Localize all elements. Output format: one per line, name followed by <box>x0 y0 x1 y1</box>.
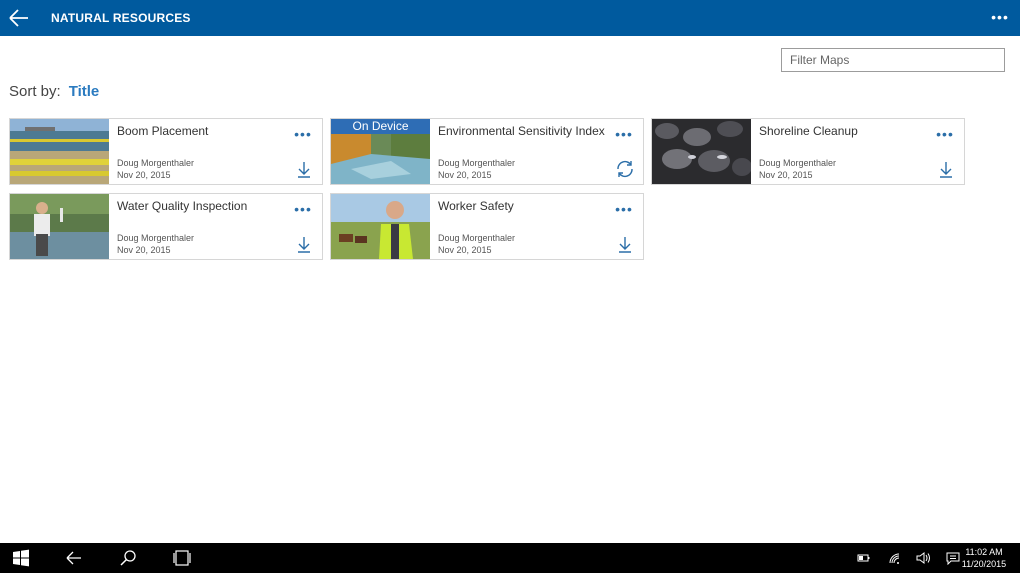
map-card[interactable]: Worker Safety Doug Morgenthaler Nov 20, … <box>330 193 644 260</box>
taskbar-back-button[interactable] <box>64 548 84 568</box>
map-thumbnail <box>10 119 109 184</box>
download-button[interactable] <box>294 159 314 179</box>
download-button[interactable] <box>294 234 314 254</box>
download-icon <box>298 237 310 253</box>
map-owner: Doug Morgenthaler <box>117 233 195 243</box>
map-date: Nov 20, 2015 <box>759 170 813 180</box>
start-button[interactable] <box>11 548 31 568</box>
clock-time: 11:02 AM <box>965 547 1003 557</box>
map-more-button[interactable]: ••• <box>934 125 956 143</box>
map-title: Environmental Sensitivity Index <box>438 124 605 138</box>
ellipsis-icon: ••• <box>991 9 1009 25</box>
map-more-button[interactable]: ••• <box>292 200 314 218</box>
map-card[interactable]: Boom Placement Doug Morgenthaler Nov 20,… <box>9 118 323 185</box>
map-more-button[interactable]: ••• <box>292 125 314 143</box>
clock-date: 11/20/2015 <box>961 559 1007 569</box>
map-card[interactable]: Water Quality Inspection Doug Morgenthal… <box>9 193 323 260</box>
download-button[interactable] <box>615 234 635 254</box>
map-thumbnail: On Device <box>331 119 430 184</box>
map-date: Nov 20, 2015 <box>438 245 492 255</box>
map-date: Nov 20, 2015 <box>117 245 171 255</box>
map-date: Nov 20, 2015 <box>438 170 492 180</box>
map-title: Water Quality Inspection <box>117 199 248 213</box>
volume-icon[interactable] <box>915 551 931 565</box>
sync-icon <box>617 160 633 178</box>
map-title: Worker Safety <box>438 199 514 213</box>
download-icon <box>619 237 631 253</box>
more-options-button[interactable]: ••• <box>988 8 1012 26</box>
task-view-button[interactable] <box>172 548 192 568</box>
app-header: NATURAL RESOURCES ••• <box>0 0 1020 36</box>
map-date: Nov 20, 2015 <box>117 170 171 180</box>
map-thumbnail <box>331 194 430 259</box>
filter-maps-input[interactable] <box>781 48 1005 72</box>
map-owner: Doug Morgenthaler <box>438 158 516 168</box>
download-button[interactable] <box>936 159 956 179</box>
task-view-icon <box>173 550 191 566</box>
map-more-button[interactable]: ••• <box>613 125 635 143</box>
download-icon <box>940 162 952 178</box>
wifi-icon[interactable] <box>887 551 903 565</box>
map-card[interactable]: On Device Environmental Sensitivity Inde… <box>330 118 644 185</box>
map-title: Shoreline Cleanup <box>759 124 858 138</box>
windows-start-icon <box>13 549 29 567</box>
on-device-badge: On Device <box>331 119 430 134</box>
map-owner: Doug Morgenthaler <box>759 158 837 168</box>
sort-value-button[interactable]: Title <box>69 83 100 100</box>
page-title: NATURAL RESOURCES <box>51 11 191 25</box>
system-clock[interactable]: 11:02 AM 11/20/2015 <box>954 546 1014 570</box>
sort-label: Sort by: <box>9 83 61 100</box>
map-more-button[interactable]: ••• <box>613 200 635 218</box>
sync-button[interactable] <box>615 159 635 179</box>
battery-icon[interactable] <box>856 551 872 565</box>
back-arrow-icon <box>9 9 28 27</box>
map-thumbnail <box>10 194 109 259</box>
map-title: Boom Placement <box>117 124 209 138</box>
map-card[interactable]: Shoreline Cleanup Doug Morgenthaler Nov … <box>651 118 965 185</box>
download-icon <box>298 162 310 178</box>
back-button[interactable] <box>6 4 32 32</box>
back-icon <box>66 551 81 565</box>
map-thumbnail <box>652 119 751 184</box>
taskbar: 11:02 AM 11/20/2015 <box>0 543 1020 573</box>
sort-control: Sort by: Title <box>9 83 99 103</box>
map-owner: Doug Morgenthaler <box>438 233 516 243</box>
search-button[interactable] <box>118 548 138 568</box>
map-owner: Doug Morgenthaler <box>117 158 195 168</box>
search-icon <box>120 550 136 566</box>
